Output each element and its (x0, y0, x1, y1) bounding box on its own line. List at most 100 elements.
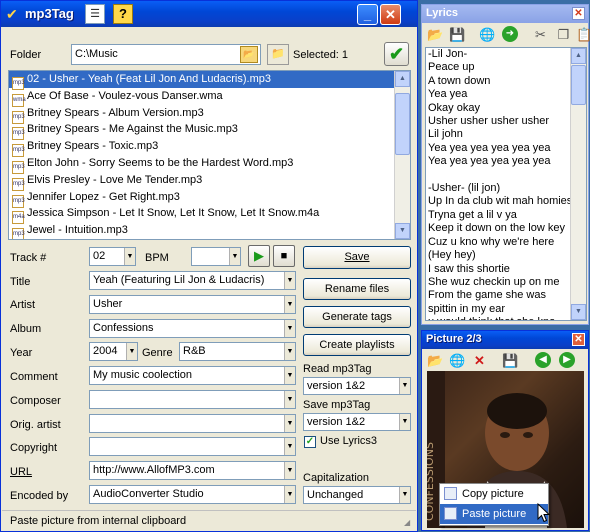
file-name: 02 - Usher - Yeah (Feat Lil Jon And Luda… (27, 73, 271, 85)
browse-folder-icon[interactable]: 📁 (267, 44, 289, 65)
chevron-down-icon[interactable]: ▼ (284, 367, 295, 384)
web-search-icon[interactable]: 🌐 (449, 352, 466, 369)
orig-artist-input[interactable]: ▼ (89, 414, 296, 433)
chevron-down-icon[interactable]: ▼ (284, 391, 295, 408)
scroll-thumb[interactable] (395, 93, 410, 155)
file-list[interactable]: mp3 02 - Usher - Yeah (Feat Lil Jon And L… (8, 70, 411, 240)
track-select[interactable]: 02 ▼ (89, 247, 136, 266)
file-list-row[interactable]: mp3 Elvis Presley - Love Me Tender.mp3 (9, 172, 410, 191)
chevron-down-icon[interactable]: ▼ (399, 414, 410, 430)
details-view-icon[interactable]: ☰ (85, 4, 105, 24)
chevron-down-icon[interactable]: ▼ (399, 487, 410, 503)
scroll-down-icon[interactable]: ▼ (395, 223, 410, 239)
close-button[interactable]: ✕ (380, 4, 401, 25)
file-list-row[interactable]: mp3 02 - Usher - Yeah (Feat Lil Jon And L… (9, 71, 410, 90)
picture-close-icon[interactable]: ✕ (572, 333, 585, 346)
previous-icon[interactable]: ◀ (535, 352, 551, 368)
scroll-thumb[interactable] (571, 65, 586, 105)
scroll-up-icon[interactable]: ▲ (571, 48, 586, 64)
file-name: Britney Spears - Me Against the Music.mp… (27, 123, 238, 136)
forward-icon[interactable]: ➜ (502, 26, 518, 42)
generate-tags-button[interactable]: Generate tags (303, 306, 411, 328)
next-icon[interactable]: ▶ (559, 352, 575, 368)
encoded-label: Encoded by (10, 490, 69, 502)
chevron-down-icon[interactable]: ▼ (284, 415, 295, 432)
help-icon[interactable]: ? (113, 4, 133, 24)
play-button[interactable]: ▶ (248, 245, 270, 267)
minimize-button[interactable]: _ (357, 4, 378, 25)
delete-icon[interactable]: ✕ (471, 352, 488, 369)
file-list-row[interactable]: m4a Jessica Simpson - Let It Snow, Let It… (9, 205, 410, 225)
file-list-row[interactable]: wmaAce Of Base - Voulez-vous Danser.wma (9, 88, 410, 107)
chevron-down-icon[interactable]: ▼ (229, 248, 240, 265)
web-search-icon[interactable]: 🌐 (479, 26, 496, 43)
artist-input[interactable]: Usher ▼ (89, 295, 296, 314)
copy-icon[interactable]: ❐ (555, 26, 572, 43)
bpm-label: BPM (145, 252, 169, 264)
file-list-row[interactable]: mp3 Britney Spears - Toxic.mp3 (9, 138, 410, 158)
apply-check-button[interactable]: ✔ (384, 42, 409, 66)
stop-button[interactable]: ■ (273, 245, 295, 267)
scroll-down-icon[interactable]: ▼ (571, 304, 586, 320)
lyrics-text-area[interactable]: -Lil Jon- Peace up A town down Yea yea Okay … (425, 47, 587, 321)
chevron-down-icon[interactable]: ▼ (284, 438, 295, 455)
album-input[interactable]: Confessions ▼ (89, 319, 296, 338)
status-bar: Paste picture from internal clipboard ◢ (2, 510, 416, 530)
chevron-down-icon[interactable]: ▼ (284, 343, 295, 360)
picture-title-bar[interactable]: Picture 2/3 ✕ (422, 331, 588, 349)
lyrics-line: (Hey hey) (428, 249, 476, 262)
menu-item-paste-picture[interactable]: Paste picture (440, 504, 548, 524)
album-label: Album (10, 323, 42, 335)
scroll-up-icon[interactable]: ▲ (395, 71, 410, 87)
encoded-input[interactable]: AudioConverter Studio ▼ (89, 485, 296, 504)
chevron-down-icon[interactable]: ▼ (124, 248, 135, 265)
lyrics-scrollbar[interactable]: ▲ ▼ (570, 48, 586, 320)
capitalization-select[interactable]: Unchanged ▼ (303, 486, 411, 504)
file-list-row[interactable]: mp3 Britney Spears - Me Against the Music… (9, 121, 410, 141)
lyrics-line (428, 169, 586, 182)
file-name: Elton John - Sorry Seems to be the Harde… (27, 156, 294, 169)
file-list-row[interactable]: mp3 Britney Spears - Album Version.mp3 (9, 105, 410, 124)
save-icon[interactable]: 💾 (502, 352, 519, 369)
save-icon[interactable]: 💾 (449, 26, 466, 43)
paste-icon[interactable]: 📋 (576, 26, 590, 43)
read-mp3tag-select[interactable]: version 1&2 ▼ (303, 377, 411, 395)
folder-input[interactable]: C:\Music 📂 (71, 44, 261, 65)
lyrics-close-icon[interactable]: ✕ (572, 7, 585, 20)
save-button[interactable]: Save (303, 246, 411, 269)
file-list-row[interactable]: mp3 Jewel - Intuition.mp3 (9, 222, 410, 239)
chevron-down-icon[interactable]: ▼ (284, 320, 295, 337)
chevron-down-icon[interactable]: ▼ (284, 272, 295, 289)
rename-files-button[interactable]: Rename files (303, 278, 411, 300)
comment-input[interactable]: My music coolection ▼ (89, 366, 296, 385)
open-icon[interactable]: 📂 (427, 352, 444, 369)
file-list-row[interactable]: mp3 Jennifer Lopez - Get Right.mp3 (9, 189, 410, 208)
chevron-down-icon[interactable]: ▼ (399, 378, 410, 394)
lyrics-title: Lyrics (426, 7, 459, 19)
chevron-down-icon[interactable]: ▼ (126, 343, 137, 360)
folder-open-icon[interactable]: 📂 (240, 46, 258, 63)
copyright-input[interactable]: ▼ (89, 437, 296, 456)
chevron-down-icon[interactable]: ▼ (284, 486, 295, 503)
composer-input[interactable]: ▼ (89, 390, 296, 409)
save-mp3tag-select[interactable]: version 1&2 ▼ (303, 413, 411, 431)
chevron-down-icon[interactable]: ▼ (284, 296, 295, 313)
url-input[interactable]: http://www.AllofMP3.com ▼ (89, 461, 296, 480)
lyrics-line: Peace up (428, 61, 475, 74)
picture-toolbar: 📂 🌐 ✕ 💾 ◀ ▶ (422, 350, 588, 372)
cut-icon[interactable]: ✂ (532, 26, 549, 43)
bpm-select[interactable]: ▼ (191, 247, 241, 266)
chevron-down-icon[interactable]: ▼ (284, 462, 295, 479)
use-lyrics-checkbox[interactable]: ✓ (304, 436, 316, 448)
create-playlists-button[interactable]: Create playlists (303, 334, 411, 356)
year-select[interactable]: 2004 ▼ (89, 342, 138, 361)
file-list-row[interactable]: mp3 Elton John - Sorry Seems to be the Ha… (9, 155, 410, 174)
open-icon[interactable]: 📂 (427, 26, 444, 43)
title-input[interactable]: Yeah (Featuring Lil Jon & Ludacris) ▼ (89, 271, 296, 290)
lyrics-title-bar[interactable]: Lyrics ✕ (422, 5, 588, 23)
main-title-bar[interactable]: ✔ mp3Tag ☰ ? _ ✕ (1, 1, 417, 27)
genre-select[interactable]: R&B ▼ (179, 342, 296, 361)
file-list-scrollbar[interactable]: ▲ ▼ (394, 71, 410, 239)
menu-item-copy-picture[interactable]: Copy picture (440, 484, 548, 504)
resize-grip-icon[interactable]: ◢ (404, 518, 414, 528)
